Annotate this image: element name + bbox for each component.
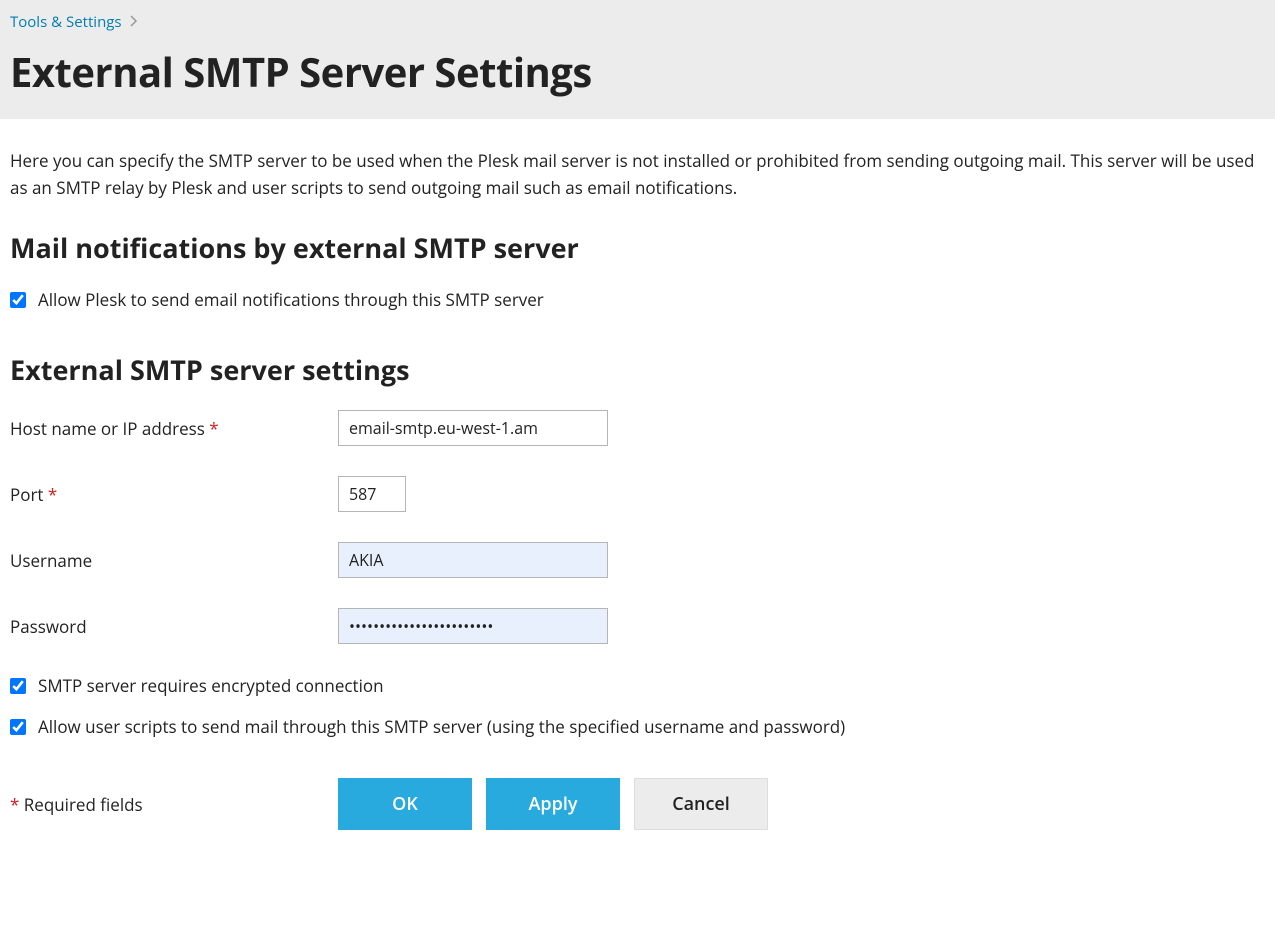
required-mark: *	[48, 483, 57, 506]
username-row: Username	[10, 542, 1265, 578]
encrypted-row: SMTP server requires encrypted connectio…	[10, 674, 1265, 697]
footer-row: * Required fields OK Apply Cancel	[10, 778, 1265, 830]
userscripts-row: Allow user scripts to send mail through …	[10, 715, 1265, 738]
password-input[interactable]	[338, 608, 608, 644]
password-row: Password	[10, 608, 1265, 644]
section-title-notifications: Mail notifications by external SMTP serv…	[10, 229, 1265, 266]
allow-notifications-checkbox[interactable]	[10, 292, 26, 308]
userscripts-checkbox[interactable]	[10, 719, 26, 735]
username-label: Username	[10, 549, 338, 572]
userscripts-label: Allow user scripts to send mail through …	[38, 715, 845, 738]
chevron-right-icon	[130, 13, 138, 32]
allow-notifications-label: Allow Plesk to send email notifications …	[38, 288, 544, 311]
page-description: Here you can specify the SMTP server to …	[10, 147, 1265, 201]
password-label: Password	[10, 615, 338, 638]
allow-notifications-row: Allow Plesk to send email notifications …	[10, 288, 1265, 311]
encrypted-checkbox[interactable]	[10, 678, 26, 694]
breadcrumb: Tools & Settings	[10, 12, 1265, 32]
cancel-button[interactable]: Cancel	[634, 778, 768, 830]
host-row: Host name or IP address *	[10, 410, 1265, 446]
port-row: Port *	[10, 476, 1265, 512]
required-mark: *	[209, 417, 218, 440]
page-header: Tools & Settings External SMTP Server Se…	[0, 0, 1275, 119]
port-input[interactable]	[338, 476, 406, 512]
content-area: Here you can specify the SMTP server to …	[0, 119, 1275, 840]
page-title: External SMTP Server Settings	[10, 44, 1265, 99]
host-input[interactable]	[338, 410, 608, 446]
port-label: Port *	[10, 483, 338, 506]
encrypted-label: SMTP server requires encrypted connectio…	[38, 674, 384, 697]
apply-button[interactable]: Apply	[486, 778, 620, 830]
username-input[interactable]	[338, 542, 608, 578]
ok-button[interactable]: OK	[338, 778, 472, 830]
section-title-settings: External SMTP server settings	[10, 351, 1265, 388]
required-fields-note: * Required fields	[10, 793, 338, 816]
host-label: Host name or IP address *	[10, 417, 338, 440]
button-group: OK Apply Cancel	[338, 778, 768, 830]
breadcrumb-link-tools-settings[interactable]: Tools & Settings	[10, 12, 122, 32]
